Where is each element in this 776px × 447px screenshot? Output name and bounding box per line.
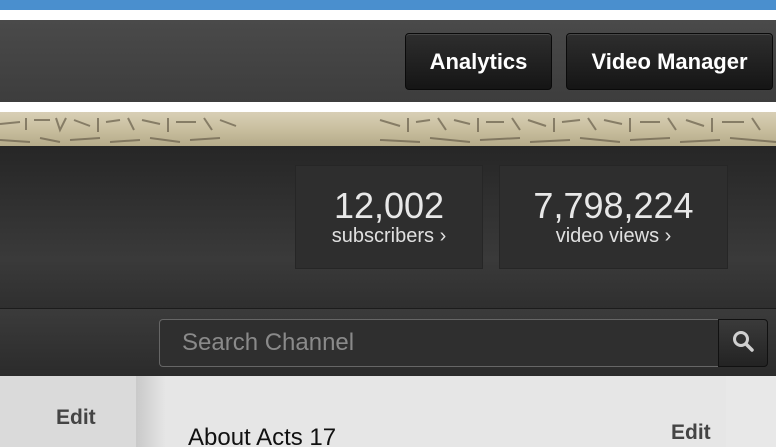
divider [0,10,776,20]
channel-search-bar [0,308,776,376]
owner-toolbar: Analytics Video Manager [0,20,776,102]
search-channel-input[interactable] [159,319,719,367]
subscribers-label: subscribers › [331,225,447,247]
channel-header: 12,002 subscribers › 7,798,224 video vie… [0,146,776,308]
search-icon [732,330,754,357]
video-views-count: 7,798,224 [533,185,694,226]
divider [0,102,776,112]
top-accent-bar [0,0,776,10]
about-edit-link[interactable]: Edit [671,421,711,445]
sidebar-edit-link[interactable]: Edit [56,406,96,430]
right-gutter [726,376,776,447]
video-views-label: video views › [555,225,672,247]
video-manager-button[interactable]: Video Manager [566,33,773,90]
about-section-title: About Acts 17 [188,424,337,447]
column-divider [136,376,166,447]
subscribers-count: 12,002 [333,185,445,226]
left-sidebar: Edit [0,376,136,447]
search-button[interactable] [718,319,768,367]
analytics-button[interactable]: Analytics [405,33,552,90]
video-views-stat[interactable]: 7,798,224 video views › [499,165,728,269]
channel-banner-image [0,112,776,146]
channel-page: Analytics Video Manager 12,002 subscribe… [0,0,776,447]
channel-content: Edit About Acts 17 Edit [0,376,776,447]
subscribers-stat[interactable]: 12,002 subscribers › [295,165,483,269]
